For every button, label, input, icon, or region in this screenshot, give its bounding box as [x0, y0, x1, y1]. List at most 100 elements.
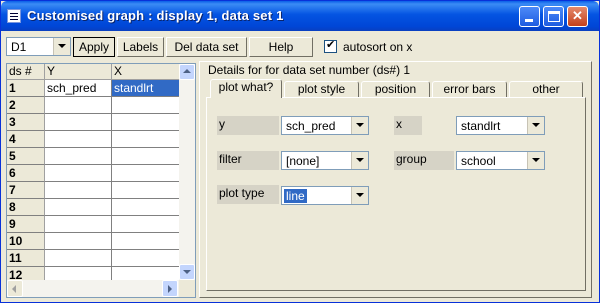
grid-header-x: X	[112, 64, 180, 80]
table-row[interactable]: 4	[7, 131, 180, 148]
filter-select[interactable]: [none]	[281, 151, 369, 170]
minimize-icon	[525, 19, 533, 22]
scroll-down-icon[interactable]	[179, 264, 195, 280]
table-row[interactable]: 9	[7, 216, 180, 233]
grid-cell-y[interactable]	[45, 97, 112, 114]
grid-row-number[interactable]: 9	[7, 216, 45, 233]
group-select[interactable]: school	[456, 151, 545, 170]
grid-cell-x[interactable]	[112, 131, 180, 148]
filter-field-label: filter	[217, 151, 279, 170]
grid-row-number[interactable]: 2	[7, 97, 45, 114]
filter-value: [none]	[286, 154, 320, 168]
plot-type-field-label: plot type	[217, 185, 279, 204]
labels-button[interactable]: Labels	[117, 37, 164, 57]
grid-row-number[interactable]: 7	[7, 182, 45, 199]
scroll-left-icon[interactable]	[7, 280, 23, 297]
chevron-down-icon[interactable]	[53, 38, 70, 55]
grid-cell-x[interactable]	[112, 216, 180, 233]
grid-cell-y[interactable]	[45, 131, 112, 148]
table-row[interactable]: 7	[7, 182, 180, 199]
close-button[interactable]: ✕	[567, 6, 588, 27]
dataset-select[interactable]: D1	[6, 37, 71, 56]
details-legend: Details for for data set number (ds#) 1	[208, 63, 411, 77]
grid-header-y: Y	[45, 64, 112, 80]
window-title: Customised graph : display 1, data set 1	[27, 8, 284, 23]
y-variable-value: sch_pred	[286, 119, 336, 133]
table-row[interactable]: 3	[7, 114, 180, 131]
plot-type-value: line	[284, 189, 307, 203]
grid-cell-y[interactable]: sch_pred	[45, 80, 112, 97]
chevron-down-icon[interactable]	[351, 152, 368, 169]
y-variable-select[interactable]: sch_pred	[281, 116, 369, 135]
grid-cell-x[interactable]: standlrt	[112, 80, 180, 97]
plot-type-select[interactable]: line	[281, 186, 369, 205]
x-field-label: x	[394, 116, 422, 135]
autosort-checkbox[interactable]	[324, 38, 337, 53]
grid-cell-x[interactable]	[112, 165, 180, 182]
chevron-down-icon[interactable]	[351, 187, 368, 204]
grid-cell-x[interactable]	[112, 97, 180, 114]
group-field-label: group	[394, 151, 454, 170]
grid-cell-x[interactable]	[112, 148, 180, 165]
tab-error-bars[interactable]: error bars	[432, 81, 507, 98]
grid-row-number[interactable]: 10	[7, 233, 45, 250]
grid-row-number[interactable]: 1	[7, 80, 45, 97]
maximize-icon	[548, 11, 560, 22]
chevron-down-icon[interactable]	[527, 152, 544, 169]
graph-window-icon	[7, 9, 21, 23]
grid-cell-x[interactable]	[112, 233, 180, 250]
scroll-up-icon[interactable]	[179, 64, 195, 80]
table-row[interactable]: 6	[7, 165, 180, 182]
grid-row-number[interactable]: 3	[7, 114, 45, 131]
grid-header-ds: ds #	[7, 64, 45, 80]
tab-plot-style[interactable]: plot style	[284, 81, 359, 98]
table-row[interactable]: 5	[7, 148, 180, 165]
help-button[interactable]: Help	[249, 37, 313, 57]
grid-cell-y[interactable]	[45, 250, 112, 267]
group-value: school	[461, 154, 496, 168]
grid-cell-x[interactable]	[112, 182, 180, 199]
grid-cell-y[interactable]	[45, 148, 112, 165]
grid-vertical-scrollbar[interactable]	[179, 64, 195, 280]
tab-plot-what[interactable]: plot what?	[210, 79, 282, 98]
grid-cell-x[interactable]	[112, 250, 180, 267]
y-field-label: y	[217, 116, 279, 135]
grid-cell-y[interactable]	[45, 216, 112, 233]
chevron-down-icon[interactable]	[351, 117, 368, 134]
tab-position[interactable]: position	[361, 81, 430, 98]
chevron-down-icon[interactable]	[527, 117, 544, 134]
table-row[interactable]: 8	[7, 199, 180, 216]
scroll-right-icon[interactable]	[162, 280, 178, 297]
table-row[interactable]: 11	[7, 250, 180, 267]
data-set-grid[interactable]: ds # Y X 1 sch_pred standlrt 2 3 4 5 6 7 8 9 10 11 12	[6, 63, 196, 298]
grid-cell-y[interactable]	[45, 165, 112, 182]
x-variable-select[interactable]: standlrt	[456, 116, 545, 135]
table-row[interactable]: 1 sch_pred standlrt	[7, 80, 180, 97]
minimize-button[interactable]	[519, 6, 540, 27]
tab-other[interactable]: other	[509, 81, 583, 98]
grid-cell-y[interactable]	[45, 182, 112, 199]
grid-cell-y[interactable]	[45, 199, 112, 216]
grid-row-number[interactable]: 6	[7, 165, 45, 182]
grid-cell-y[interactable]	[45, 114, 112, 131]
close-icon: ✕	[572, 8, 583, 23]
title-bar[interactable]: Customised graph : display 1, data set 1…	[1, 1, 599, 31]
apply-button[interactable]: Apply	[73, 37, 115, 57]
grid-row-number[interactable]: 4	[7, 131, 45, 148]
grid-row-number[interactable]: 5	[7, 148, 45, 165]
custom-graph-window: Customised graph : display 1, data set 1…	[0, 0, 600, 303]
autosort-label: autosort on x	[343, 40, 413, 54]
table-row[interactable]: 2	[7, 97, 180, 114]
x-variable-value: standlrt	[461, 119, 501, 133]
grid-row-number[interactable]: 8	[7, 199, 45, 216]
grid-row-number[interactable]: 11	[7, 250, 45, 267]
scrollbar-corner	[179, 280, 195, 297]
table-row[interactable]: 10	[7, 233, 180, 250]
del-data-set-button[interactable]: Del data set	[166, 37, 247, 57]
maximize-button[interactable]	[543, 6, 564, 27]
dataset-select-value: D1	[11, 40, 27, 54]
grid-horizontal-scrollbar[interactable]	[7, 280, 179, 297]
grid-cell-y[interactable]	[45, 233, 112, 250]
grid-cell-x[interactable]	[112, 199, 180, 216]
grid-cell-x[interactable]	[112, 114, 180, 131]
